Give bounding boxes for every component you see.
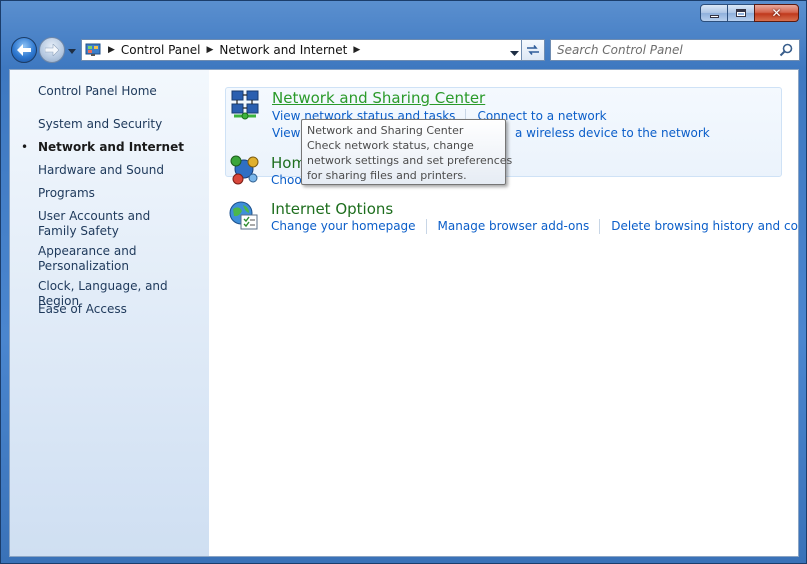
address-bar[interactable]: ▶ Control Panel ▶ Network and Internet ▶: [81, 39, 545, 61]
sidebar-item-ease-of-access[interactable]: Ease of Access: [38, 302, 206, 317]
address-history-dropdown[interactable]: [510, 45, 520, 56]
search-icon[interactable]: [779, 43, 793, 57]
manage-browser-addons-link[interactable]: Manage browser add-ons: [438, 219, 601, 234]
internet-options-link[interactable]: Internet Options: [271, 200, 393, 218]
chevron-down-icon: [68, 48, 76, 54]
forward-button[interactable]: [39, 37, 65, 63]
refresh-icon: [527, 45, 539, 55]
tooltip-line-1: Check network status, change: [307, 139, 474, 152]
close-icon: ✕: [771, 6, 782, 20]
recent-pages-dropdown[interactable]: [67, 46, 77, 56]
minimize-button[interactable]: [700, 4, 727, 22]
breadcrumb-network-and-internet[interactable]: Network and Internet: [219, 43, 347, 57]
active-bullet-icon: •: [21, 140, 29, 154]
network-and-sharing-center-link[interactable]: Network and Sharing Center: [272, 89, 485, 107]
internet-options-links-row: Change your homepage Manage browser add-…: [271, 219, 798, 234]
breadcrumb-separator-icon[interactable]: ▶: [353, 45, 360, 55]
sidebar-item-network-and-internet[interactable]: Network and Internet: [38, 140, 206, 155]
network-sharing-icon: [231, 90, 259, 120]
sidebar-item-control-panel-home[interactable]: Control Panel Home: [38, 84, 206, 99]
tooltip-line-3: for sharing files and printers.: [307, 169, 467, 182]
add-wireless-device-link[interactable]: a wireless device to the network: [515, 126, 710, 141]
navigation-bar: ▶ Control Panel ▶ Network and Internet ▶: [9, 37, 800, 63]
sidebar: Control Panel Home System and Security •…: [10, 70, 209, 556]
breadcrumb-separator-icon[interactable]: ▶: [207, 45, 214, 55]
breadcrumb-separator-icon: ▶: [108, 45, 115, 55]
chevron-down-icon: [510, 51, 519, 56]
back-arrow-icon: [17, 44, 31, 56]
sidebar-item-system-and-security[interactable]: System and Security: [38, 117, 206, 132]
tooltip: Network and Sharing Center Check network…: [301, 119, 513, 185]
back-button[interactable]: [11, 37, 37, 63]
delete-browsing-history-link[interactable]: Delete browsing history and cookies: [611, 219, 798, 234]
category-internet-options: Internet Options Change your homepage Ma…: [225, 198, 798, 238]
minimize-icon: [709, 14, 719, 18]
sidebar-item-user-accounts[interactable]: User Accounts and Family Safety: [38, 209, 188, 239]
sidebar-item-appearance[interactable]: Appearance and Personalization: [38, 244, 148, 274]
forward-arrow-icon: [45, 44, 59, 56]
breadcrumb-control-panel[interactable]: Control Panel: [121, 43, 201, 57]
refresh-button[interactable]: [521, 39, 545, 61]
homegroup-icon: [230, 155, 259, 185]
caption-buttons: ✕: [700, 4, 799, 22]
search-box[interactable]: [550, 39, 800, 61]
tooltip-title: Network and Sharing Center: [307, 124, 464, 137]
maximize-icon: [736, 9, 746, 17]
internet-options-icon: [229, 201, 258, 230]
close-button[interactable]: ✕: [754, 4, 799, 22]
sidebar-item-programs[interactable]: Programs: [38, 186, 206, 201]
maximize-button[interactable]: [727, 4, 754, 22]
window-frame: ✕ ▶ Control Panel ▶ Network and Internet…: [0, 0, 807, 564]
tooltip-line-2: network settings and set preferences: [307, 154, 513, 167]
change-homepage-link[interactable]: Change your homepage: [271, 219, 427, 234]
sidebar-item-hardware-and-sound[interactable]: Hardware and Sound: [38, 163, 206, 178]
control-panel-icon: [84, 42, 102, 58]
search-input[interactable]: [557, 43, 772, 57]
